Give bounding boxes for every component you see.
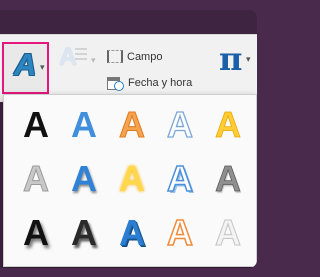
wordart-style-option[interactable]: A bbox=[107, 206, 157, 260]
chevron-down-icon: ▾ bbox=[40, 62, 45, 72]
wordart-style-option[interactable]: A bbox=[11, 98, 61, 152]
wordart-style-option[interactable]: A bbox=[59, 98, 109, 152]
app-window: A ▾ A ▾ Campo Fecha y hora π ▾ A A A A A… bbox=[0, 10, 257, 268]
wordart-style-option[interactable]: A bbox=[59, 206, 109, 260]
field-bracket-icon bbox=[107, 50, 123, 63]
equation-button[interactable]: π bbox=[219, 40, 242, 78]
wordart-style-option[interactable]: A bbox=[11, 152, 61, 206]
chevron-down-icon: ▾ bbox=[246, 54, 251, 64]
calendar-clock-icon bbox=[107, 75, 124, 91]
date-time-button[interactable]: Fecha y hora bbox=[107, 75, 192, 91]
wordart-a-icon: A bbox=[14, 47, 37, 82]
text-lines-icon bbox=[75, 48, 87, 63]
field-button[interactable]: Campo bbox=[107, 50, 162, 63]
wordart-button[interactable]: A ▾ bbox=[2, 42, 49, 94]
wordart-style-option[interactable]: A bbox=[203, 206, 253, 260]
date-time-label: Fecha y hora bbox=[128, 77, 193, 89]
wordart-style-option[interactable]: A bbox=[107, 98, 157, 152]
wordart-style-option[interactable]: A bbox=[107, 152, 157, 206]
wordart-style-option[interactable]: A bbox=[203, 152, 253, 206]
chevron-down-icon: ▾ bbox=[91, 55, 96, 65]
ribbon-divider bbox=[0, 34, 257, 35]
wordart-style-option[interactable]: A bbox=[59, 152, 109, 206]
wordart-style-option[interactable]: A bbox=[155, 206, 205, 260]
wordart-style-option[interactable]: A bbox=[11, 206, 61, 260]
field-label: Campo bbox=[127, 50, 163, 63]
wordart-style-option[interactable]: A bbox=[203, 98, 253, 152]
wordart-style-option[interactable]: A bbox=[155, 152, 205, 206]
wordart-style-option[interactable]: A bbox=[155, 98, 205, 152]
wordart-gallery: A A A A A A A A A A A A A A A bbox=[3, 94, 257, 267]
